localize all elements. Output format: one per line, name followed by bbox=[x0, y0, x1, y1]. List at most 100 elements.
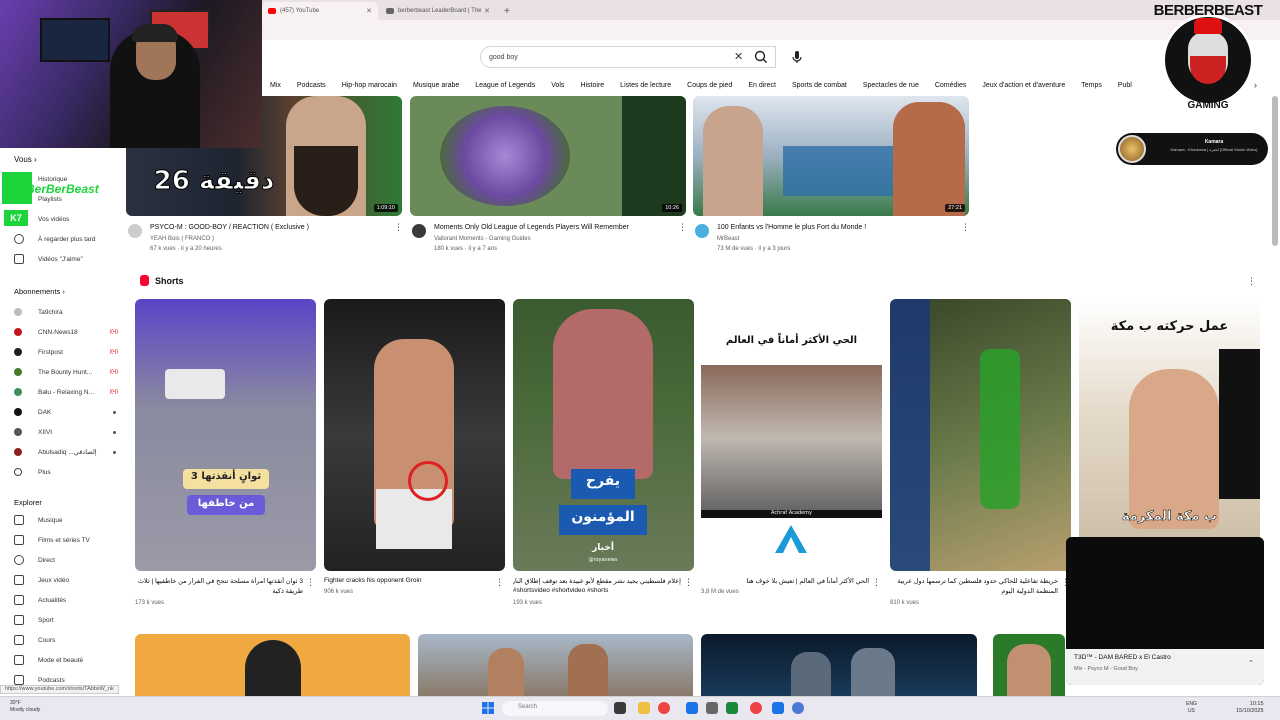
sidebar-sub-item[interactable]: Abulsadiq ...ﺇﻟﺼﺎﺩﻗﻲ bbox=[14, 446, 116, 458]
sidebar-item-live[interactable]: Direct bbox=[14, 554, 55, 566]
short-title[interactable]: الحي الأكثر أماناً في العالم | تعيش بلا … bbox=[701, 577, 869, 585]
more-options-icon[interactable]: ⋮ bbox=[678, 222, 687, 233]
sidebar-item-gaming[interactable]: Jeux vidéo bbox=[14, 574, 69, 586]
edge-icon[interactable] bbox=[686, 702, 698, 714]
sidebar-item-sport[interactable]: Sport bbox=[14, 614, 54, 626]
chip[interactable]: Mix bbox=[262, 82, 289, 89]
more-options-icon[interactable]: ⋮ bbox=[684, 577, 693, 588]
short-title[interactable]: خريطة تفاعلية للحاكي حدود فلسطين كما ترس… bbox=[890, 577, 1058, 585]
taskbar-search[interactable]: Search bbox=[502, 701, 608, 716]
sidebar-you-header[interactable]: Vous › bbox=[14, 155, 37, 164]
microphone-icon[interactable] bbox=[790, 49, 804, 65]
video-title[interactable]: Moments Only Old League of Legends Playe… bbox=[434, 224, 629, 231]
new-tab-button[interactable]: + bbox=[504, 6, 510, 17]
more-options-icon[interactable]: ⋮ bbox=[495, 577, 504, 588]
short-title[interactable]: إعلام فلسطيني يجيد نشر مقطع لأبو عبيدة ب… bbox=[513, 577, 681, 585]
chip[interactable]: Musique arabe bbox=[405, 82, 467, 89]
page-scrollbar[interactable] bbox=[1272, 96, 1278, 246]
chip[interactable]: Sports de combat bbox=[784, 82, 855, 89]
mini-player[interactable]: T3D™ - DAM BARED x El Castro Mix - Psyco… bbox=[1066, 537, 1264, 685]
sidebar-sub-item[interactable]: Firstpost ((•)) bbox=[14, 346, 118, 358]
short-title[interactable]: 3 ثوان أنقذتها امرأة مسلحة تنجح في الفرا… bbox=[135, 577, 303, 585]
more-options-icon[interactable]: ⋮ bbox=[1247, 276, 1256, 287]
language-indicator[interactable]: ENG US bbox=[1186, 701, 1197, 715]
search-input[interactable]: good boy bbox=[480, 46, 776, 68]
taskbar-clock[interactable]: 10:15 15/10/2025 bbox=[1236, 701, 1264, 715]
more-options-icon[interactable]: ⋮ bbox=[394, 222, 403, 233]
short-thumbnail[interactable] bbox=[324, 299, 505, 571]
short-title[interactable]: Fighter cracks his opponent Groin bbox=[324, 577, 492, 584]
clear-search-icon[interactable]: ✕ bbox=[734, 50, 743, 63]
channel-name[interactable]: MrBeast bbox=[717, 236, 739, 242]
mini-player-video[interactable] bbox=[1066, 537, 1264, 649]
chip[interactable]: Temps bbox=[1073, 82, 1110, 89]
chip[interactable]: Comédies bbox=[927, 82, 975, 89]
channel-avatar[interactable] bbox=[128, 224, 142, 238]
more-options-icon[interactable]: ⋮ bbox=[306, 577, 315, 588]
channel-name[interactable]: Vallorant Moments - Gaming Guides bbox=[434, 236, 531, 242]
browser-tab-youtube[interactable]: (457) YouTube ✕ bbox=[262, 2, 378, 20]
sidebar-item-news[interactable]: Actualités bbox=[14, 594, 66, 606]
video-thumbnail[interactable] bbox=[418, 634, 693, 696]
chip[interactable]: Hip-hop marocain bbox=[334, 82, 405, 89]
channel-avatar[interactable] bbox=[695, 224, 709, 238]
chip[interactable]: Vols bbox=[543, 82, 572, 89]
sidebar-sub-item[interactable]: The Bounty Hunt... ((•)) bbox=[14, 366, 118, 378]
windows-start-icon[interactable] bbox=[482, 702, 494, 714]
chip[interactable]: Spectacles de rue bbox=[855, 82, 927, 89]
chip[interactable]: League of Legends bbox=[467, 82, 543, 89]
short-thumbnail[interactable]: الحي الأكثر أماناً في العالم Achraf Acad… bbox=[701, 299, 882, 571]
search-icon[interactable] bbox=[752, 49, 770, 65]
sidebar-item-music[interactable]: Musique bbox=[14, 514, 63, 526]
chip[interactable]: Listes de lecture bbox=[612, 82, 679, 89]
short-title-line2[interactable]: طريقة ذكية bbox=[135, 587, 303, 595]
task-view-icon[interactable] bbox=[614, 702, 626, 714]
video-thumbnail[interactable]: 10:26 bbox=[410, 96, 686, 216]
chip[interactable]: Jeux d'action et d'aventure bbox=[974, 82, 1073, 89]
video-thumbnail[interactable] bbox=[135, 634, 410, 696]
sidebar-sub-item[interactable]: CNN-News18 ((•)) bbox=[14, 326, 118, 338]
sidebar-sub-item[interactable]: DAK bbox=[14, 406, 116, 418]
more-options-icon[interactable]: ⋮ bbox=[872, 577, 881, 588]
short-thumbnail[interactable] bbox=[890, 299, 1071, 571]
app-icon[interactable] bbox=[792, 702, 804, 714]
short-thumbnail[interactable]: يفرح المؤمنون أخبار @royanews bbox=[513, 299, 694, 571]
chip[interactable]: Histoire bbox=[572, 82, 612, 89]
video-title[interactable]: PSYCO-M : GOOD-BOY / REACTION ( Exclusiv… bbox=[150, 224, 309, 231]
channel-avatar[interactable] bbox=[412, 224, 426, 238]
chrome-icon[interactable] bbox=[750, 702, 762, 714]
sidebar-item-movies[interactable]: Films et séries TV bbox=[14, 534, 90, 546]
video-thumbnail[interactable]: 27:21 bbox=[693, 96, 969, 216]
chrome-icon[interactable] bbox=[658, 702, 670, 714]
sidebar-item-fashion[interactable]: Mode et beauté bbox=[14, 654, 83, 666]
video-title[interactable]: 100 Enfants vs l'Homme le plus Fort du M… bbox=[717, 224, 866, 231]
more-options-icon[interactable]: ⋮ bbox=[961, 222, 970, 233]
sidebar-sub-item[interactable]: Balu - Relaxing N... ((•)) bbox=[14, 386, 118, 398]
sidebar-subscriptions-header[interactable]: Abonnements › bbox=[14, 287, 65, 296]
chip[interactable]: Publ bbox=[1110, 82, 1140, 89]
close-tab-icon[interactable]: ✕ bbox=[366, 7, 372, 15]
file-explorer-icon[interactable] bbox=[638, 702, 650, 714]
chip[interactable]: Podcasts bbox=[289, 82, 334, 89]
app-icon[interactable] bbox=[706, 702, 718, 714]
sidebar-item-watch-later[interactable]: À regarder plus tard bbox=[14, 233, 95, 245]
chip[interactable]: Coups de pied bbox=[679, 82, 740, 89]
sidebar-sub-item[interactable]: Ta9chira bbox=[14, 306, 63, 318]
close-tab-icon[interactable]: ✕ bbox=[484, 7, 490, 15]
video-thumbnail[interactable] bbox=[993, 634, 1065, 696]
app-icon[interactable] bbox=[726, 702, 738, 714]
short-title-line2[interactable]: المنظمة الدولية اليوم bbox=[890, 587, 1058, 595]
sidebar-sub-item[interactable]: XIIVI bbox=[14, 426, 116, 438]
expand-icon[interactable]: ⌃ bbox=[1248, 659, 1254, 667]
sidebar-item-courses[interactable]: Cours bbox=[14, 634, 55, 646]
mini-player-title[interactable]: T3D™ - DAM BARED x El Castro bbox=[1074, 654, 1171, 661]
app-icon[interactable] bbox=[772, 702, 784, 714]
channel-name[interactable]: YEAH Bois ( FRANCO ) bbox=[150, 236, 214, 242]
sidebar-more-button[interactable]: Plus bbox=[14, 466, 51, 478]
sidebar-item-liked-videos[interactable]: Vidéos "J'aime" bbox=[14, 253, 83, 265]
chip[interactable]: En direct bbox=[740, 82, 784, 89]
weather-widget[interactable]: 30°F Mostly cloudy bbox=[10, 700, 40, 714]
short-thumbnail[interactable]: 3 ثوانٍ أنقذتها من خاطفها bbox=[135, 299, 316, 571]
short-title-line2[interactable]: #shortsvideo #shortvideo #shorts bbox=[513, 587, 681, 594]
short-thumbnail[interactable]: عمل حركته ب مكة ب مكة المكرمة bbox=[1079, 299, 1260, 571]
